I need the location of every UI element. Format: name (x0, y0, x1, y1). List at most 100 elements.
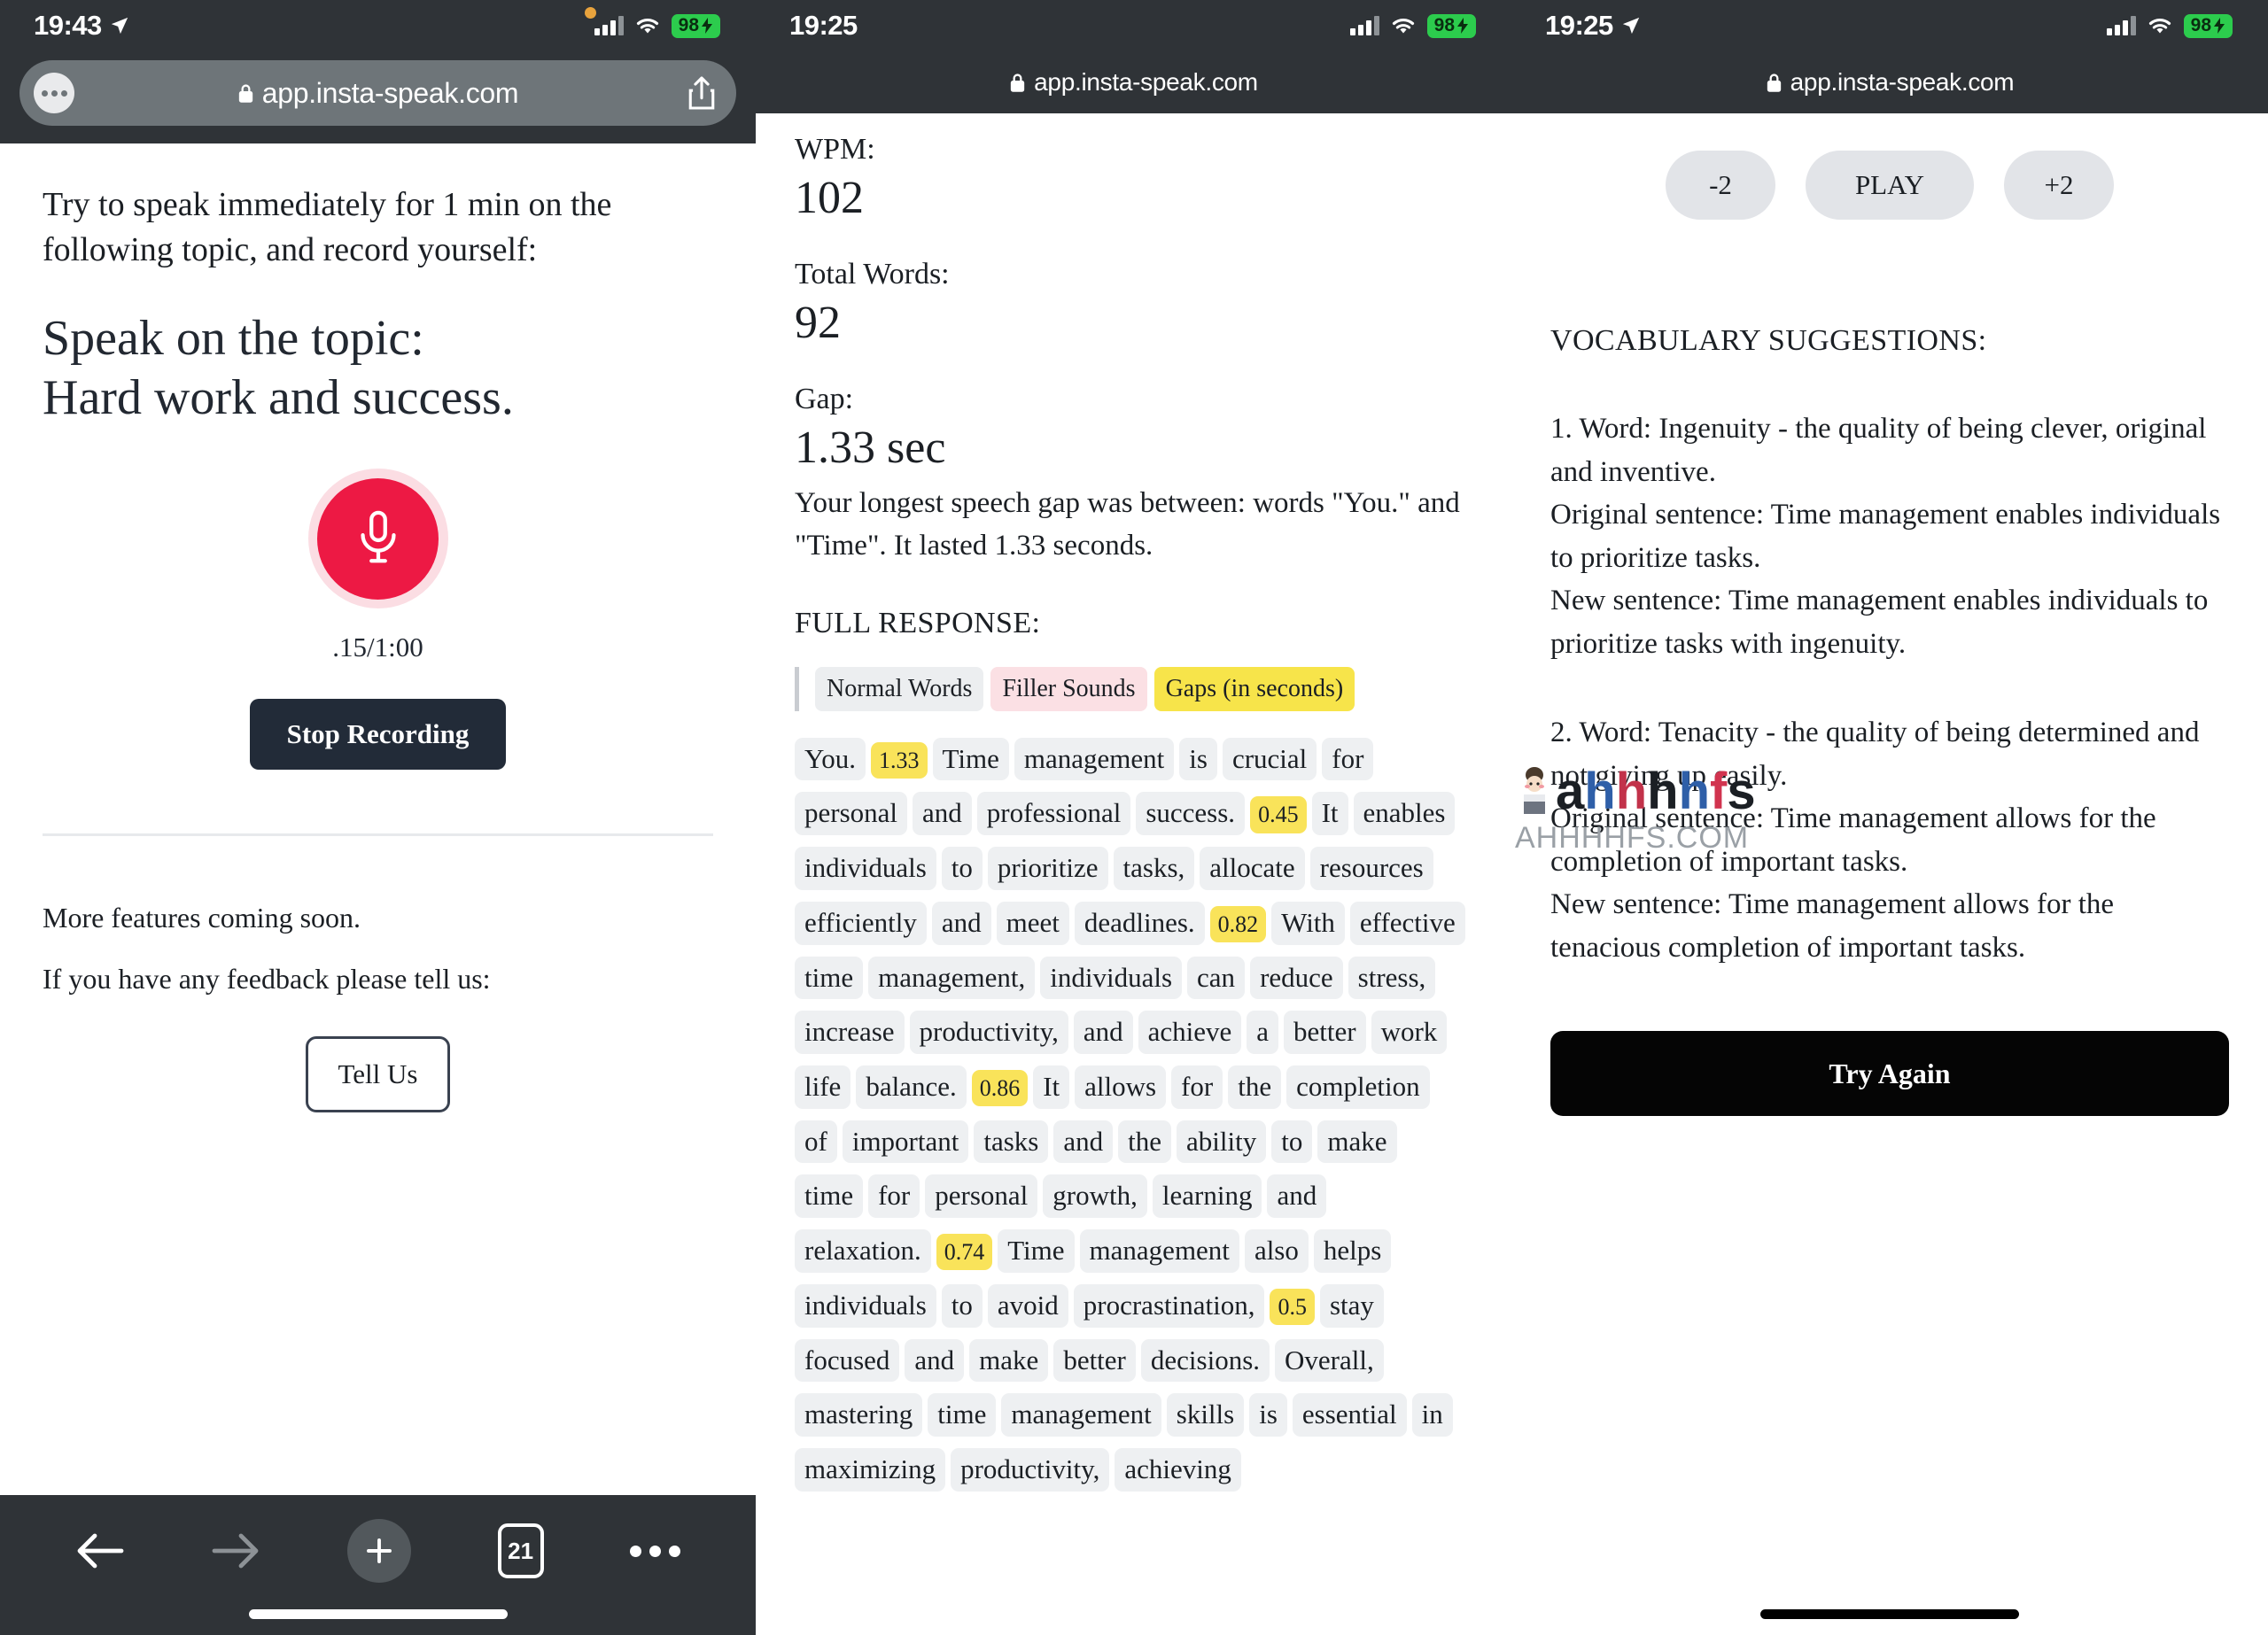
transcript-word-chip: With (1271, 901, 1345, 945)
transcript-word-chip: time (795, 956, 864, 1000)
transcript-word-chip: Time (932, 737, 1009, 781)
location-arrow-icon (1622, 17, 1639, 35)
transcript-word-chip: professional (976, 792, 1131, 836)
transcript-word-chip: avoid (987, 1283, 1068, 1328)
transcript-gap-chip: 0.86 (971, 1070, 1029, 1107)
page-title: Speak on the topic: Hard work and succes… (43, 311, 514, 426)
stat-gap: Gap: 1.33 sec Your longest speech gap wa… (795, 383, 1472, 568)
transcript-word-chip: and (905, 1338, 965, 1383)
transcript-word-chip: the (1118, 1120, 1172, 1164)
prompt-text: Try to speak immediately for 1 min on th… (43, 186, 612, 268)
battery-indicator: 98 (671, 13, 720, 38)
stat-total-words-label: Total Words: (795, 258, 950, 291)
share-icon[interactable] (687, 75, 717, 111)
panel-results-transcript: 19:25 98 app.insta-speak.com WPM: 102 To… (756, 0, 1511, 1635)
transcript-word-chip: time (795, 1174, 864, 1219)
battery-percent: 98 (2190, 14, 2211, 35)
gap-description: Your longest speech gap was between: wor… (795, 487, 1460, 562)
transcript-word-chip: in (1411, 1393, 1453, 1437)
record-button[interactable] (307, 469, 448, 609)
transcript-word-chip: better (1053, 1338, 1136, 1383)
battery-percent: 98 (1433, 14, 1455, 35)
microphone-icon (360, 511, 396, 563)
record-button-inner (317, 477, 439, 600)
recording-indicator-dot (585, 7, 596, 19)
status-left: 19:25 (1545, 10, 1641, 42)
more-dots-icon[interactable] (630, 1545, 681, 1557)
transcript-word-chip: Overall, (1275, 1338, 1384, 1383)
transcript-word-chip: and (931, 901, 991, 945)
transcript-word-chip: is (1249, 1393, 1287, 1437)
back-arrow-icon[interactable] (75, 1532, 125, 1569)
legend-filler-sounds: Filler Sounds (990, 666, 1147, 711)
tell-us-button[interactable]: Tell Us (305, 1036, 451, 1113)
transcript-word-chip: It (1311, 792, 1348, 836)
transcript-word-chip: stress, (1348, 956, 1436, 1000)
tab-count-button[interactable]: 21 (497, 1523, 544, 1578)
url-text-wrap: app.insta-speak.com (237, 77, 519, 110)
more-features-text: More features coming soon. (43, 902, 361, 934)
transcript-word-chip: learning (1152, 1174, 1262, 1219)
forward-arrow-icon[interactable] (211, 1532, 260, 1569)
lock-icon (1010, 73, 1025, 92)
status-bar-panel3: 19:25 98 (1511, 0, 2268, 51)
transcript-word-chip: make (969, 1338, 1049, 1383)
transcript-word-chip: relaxation. (795, 1229, 931, 1273)
transcript-gap-chip: 1.33 (871, 741, 928, 779)
transcript-word-chip: and (1267, 1174, 1327, 1219)
url-label: app.insta-speak.com (1034, 68, 1258, 96)
transcript-gap-chip: 0.82 (1209, 905, 1267, 942)
play-button[interactable]: PLAY (1806, 151, 1974, 220)
try-again-button[interactable]: Try Again (1550, 1031, 2229, 1116)
transcript-word-chip: achieve (1138, 1011, 1242, 1054)
forward-2-button[interactable]: +2 (2004, 151, 2114, 220)
transcript-word-chip: meet (996, 901, 1069, 945)
transcript-word-chip: helps (1313, 1229, 1392, 1273)
transcript-word-chip: life (795, 1065, 851, 1109)
transcript-word-chip: tasks (974, 1120, 1049, 1164)
panel-vocabulary-suggestions: 19:25 98 app.insta-speak.com -2 PLAY +2 … (1511, 0, 2268, 1635)
transcript-gap-chip: 0.74 (936, 1234, 993, 1271)
transcript-word-chip: to (941, 1283, 983, 1328)
page-content-panel2: WPM: 102 Total Words: 92 Gap: 1.33 sec Y… (756, 133, 1511, 1503)
transcript-word-chip: allocate (1200, 847, 1305, 890)
tab-count-label: 21 (508, 1537, 534, 1564)
url-pill[interactable]: app.insta-speak.com (19, 60, 736, 126)
status-right: 98 (1349, 13, 1476, 38)
panel-recording-screen: 19:43 98 app.insta-speak.com Try to spea… (0, 0, 756, 1635)
url-text-wrap: app.insta-speak.com (1009, 68, 1258, 97)
legend-gaps: Gaps (in seconds) (1153, 666, 1355, 711)
status-right: 98 (594, 13, 720, 38)
cellular-bars-icon (2106, 16, 2136, 35)
transcript-word-chip: personal (925, 1174, 1038, 1219)
transcript-word-chip: efficiently (795, 901, 927, 945)
charging-bolt-icon (2214, 17, 2225, 34)
transcript-word-chip: is (1179, 737, 1217, 781)
transcript-word-chip: better (1284, 1011, 1366, 1054)
page-settings-icon[interactable] (34, 73, 74, 113)
browser-url-bar-panel1: app.insta-speak.com (0, 51, 756, 143)
browser-url-bar-panel2[interactable]: app.insta-speak.com (756, 51, 1511, 113)
transcript-word-chip: for (868, 1174, 920, 1219)
rewind-2-button[interactable]: -2 (1666, 151, 1775, 220)
transcript-word-chip: enables (1353, 792, 1456, 836)
stop-recording-button[interactable]: Stop Recording (249, 699, 507, 771)
browser-url-bar-panel3[interactable]: app.insta-speak.com (1511, 51, 2268, 113)
transcript-word-chip: productivity, (909, 1011, 1068, 1054)
transcript-word-chip: to (1271, 1120, 1313, 1164)
transcript-word-chip: individuals (795, 1283, 936, 1328)
transcript-word-chip: Time (998, 1229, 1075, 1273)
legend: Normal Words Filler Sounds Gaps (in seco… (795, 666, 1472, 711)
charging-bolt-icon (702, 17, 712, 34)
url-label: app.insta-speak.com (261, 76, 519, 109)
three-panel-screenshot-collage: 19:43 98 app.insta-speak.com Try to spea… (0, 0, 2268, 1635)
transcript-word-chip: achieving (1115, 1448, 1241, 1492)
transcript-word-chip: deadlines. (1074, 901, 1205, 945)
full-response-heading: FULL RESPONSE: (795, 606, 1041, 639)
cellular-bars-icon (594, 16, 624, 35)
transcript-word-chip: for (1171, 1065, 1223, 1109)
status-right: 98 (2106, 13, 2233, 38)
transcript-word-chip: growth, (1043, 1174, 1147, 1219)
new-tab-button[interactable] (346, 1519, 411, 1583)
transcript-word-chip: a (1247, 1011, 1279, 1054)
